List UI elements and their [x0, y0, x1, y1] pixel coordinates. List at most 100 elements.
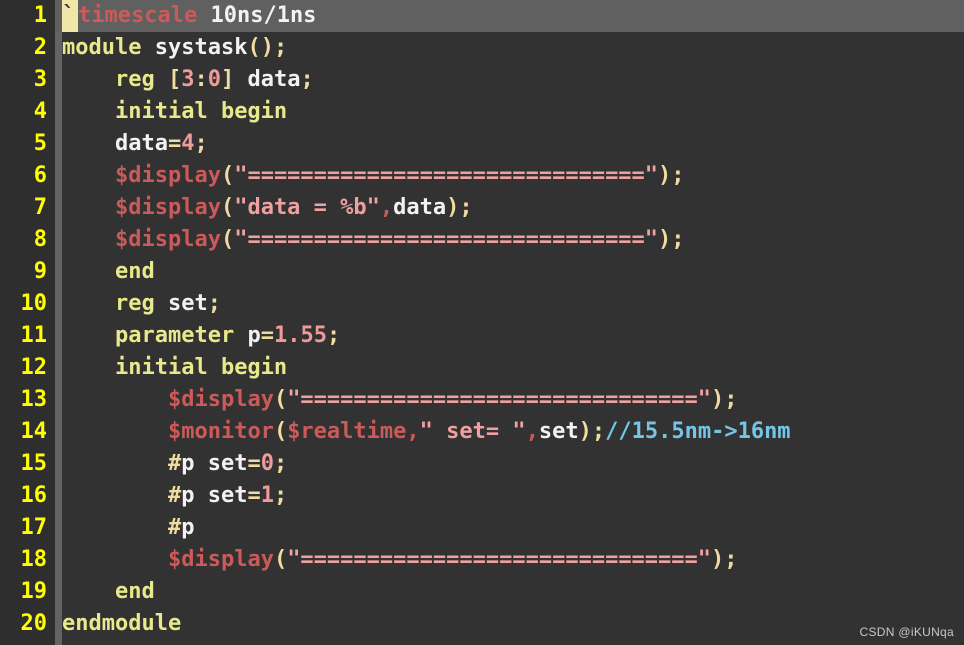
code-text[interactable]: ` timescale 10ns/1ns	[62, 0, 316, 32]
watermark-text: CSDN @iKUNqa	[859, 625, 954, 639]
code-text[interactable]: parameter p=1.55;	[62, 320, 340, 352]
fold-marker-cell[interactable]	[55, 512, 62, 544]
code-line[interactable]: 16 #p set=1;	[0, 480, 964, 512]
code-line[interactable]: 8 $display("============================…	[0, 224, 964, 256]
code-text[interactable]: initial begin	[62, 352, 287, 384]
code-text[interactable]: module systask();	[62, 32, 287, 64]
code-token: endmodule	[62, 611, 182, 636]
code-token: $display	[167, 547, 274, 572]
code-token: $monitor	[167, 419, 274, 444]
fold-marker-cell[interactable]	[55, 544, 62, 576]
code-text[interactable]: end	[62, 576, 155, 608]
code-text[interactable]: #p set=1;	[62, 480, 287, 512]
fold-marker-cell[interactable]	[55, 416, 62, 448]
code-line[interactable]: 19 end	[0, 576, 964, 608]
code-text[interactable]: $display("==============================…	[62, 224, 685, 256]
code-token: initial begin	[114, 355, 288, 380]
code-line[interactable]: 2 module systask();	[0, 32, 964, 64]
code-text[interactable]: endmodule	[62, 608, 181, 640]
code-token: 0	[260, 451, 274, 476]
fold-marker-cell[interactable]	[55, 288, 62, 320]
fold-marker-cell[interactable]	[55, 96, 62, 128]
code-token: (	[220, 163, 235, 188]
fold-marker-cell[interactable]	[55, 384, 62, 416]
fold-marker-cell[interactable]	[55, 0, 62, 32]
code-token: ;	[194, 131, 208, 156]
fold-marker-cell[interactable]	[55, 224, 62, 256]
line-number: 17	[20, 515, 48, 540]
fold-marker-cell[interactable]	[55, 192, 62, 224]
fold-marker-cell[interactable]	[55, 448, 62, 480]
code-text[interactable]: end	[62, 256, 155, 288]
code-line[interactable]: 5 data=4;	[0, 128, 964, 160]
code-line[interactable]: 1 ` timescale 10ns/1ns	[0, 0, 964, 32]
code-line[interactable]: 7 $display("data = %b",data);	[0, 192, 964, 224]
code-token: data	[114, 131, 168, 156]
code-line[interactable]: 10 reg set;	[0, 288, 964, 320]
code-text[interactable]: initial begin	[62, 96, 287, 128]
code-line[interactable]: 6 $display("============================…	[0, 160, 964, 192]
code-text[interactable]: $monitor($realtime," set= ",set);//15.5n…	[62, 416, 791, 448]
code-line[interactable]: 14 $monitor($realtime," set= ",set);//15…	[0, 416, 964, 448]
code-line[interactable]: 18 $display("===========================…	[0, 544, 964, 576]
code-text[interactable]: reg [3:0] data;	[62, 64, 314, 96]
code-text[interactable]: #p	[62, 512, 195, 544]
code-line[interactable]: 9 end	[0, 256, 964, 288]
code-token: data	[247, 67, 301, 92]
code-token: );	[578, 419, 606, 444]
fold-marker-cell[interactable]	[55, 32, 62, 64]
code-token: ;	[326, 323, 341, 348]
fold-marker-cell[interactable]	[55, 608, 62, 640]
fold-marker-cell[interactable]	[55, 320, 62, 352]
code-text[interactable]: reg set;	[62, 288, 221, 320]
code-text[interactable]: $display("==============================…	[62, 160, 685, 192]
line-number: 9	[33, 259, 47, 284]
code-token: ,	[406, 419, 420, 444]
fold-marker-cell[interactable]	[55, 352, 62, 384]
fold-marker-cell[interactable]	[55, 480, 62, 512]
code-text[interactable]: #p set=0;	[62, 448, 287, 480]
code-token: =	[167, 131, 182, 156]
fold-marker-cell[interactable]	[55, 256, 62, 288]
code-line[interactable]: 15 #p set=0;	[0, 448, 964, 480]
code-line[interactable]: 13 $display("===========================…	[0, 384, 964, 416]
code-line[interactable]: 12 initial begin	[0, 352, 964, 384]
fold-marker-cell[interactable]	[55, 64, 62, 96]
code-line[interactable]: 11 parameter p=1.55;	[0, 320, 964, 352]
code-line[interactable]: 17 #p	[0, 512, 964, 544]
code-token: $realtime	[287, 419, 407, 444]
fold-marker-cell[interactable]	[55, 576, 62, 608]
line-number: 10	[20, 291, 48, 316]
fold-marker-cell[interactable]	[55, 128, 62, 160]
code-text[interactable]: $display("==============================…	[62, 544, 738, 576]
code-text[interactable]: $display("data = %b",data);	[62, 192, 473, 224]
code-line[interactable]: 3 reg [3:0] data;	[0, 64, 964, 96]
code-line[interactable]: 20 endmodule	[0, 608, 964, 640]
code-token: "=============================="	[234, 227, 659, 252]
code-token: (	[273, 387, 288, 412]
code-token: timescale	[78, 3, 198, 28]
code-text[interactable]: $display("==============================…	[62, 384, 738, 416]
code-editor[interactable]: 1 ` timescale 10ns/1ns 2 module systask(); 3 …	[0, 0, 964, 645]
code-line[interactable]: 4 initial begin	[0, 96, 964, 128]
fold-marker-cell[interactable]	[55, 160, 62, 192]
code-token: #	[167, 483, 182, 508]
line-number: 2	[33, 35, 47, 60]
code-token: $display	[114, 195, 221, 220]
code-lines-container[interactable]: 1 ` timescale 10ns/1ns 2 module systask(); 3 …	[0, 0, 964, 640]
code-token: 0	[207, 67, 221, 92]
code-text[interactable]: data=4;	[62, 128, 208, 160]
code-token: "=============================="	[287, 547, 712, 572]
